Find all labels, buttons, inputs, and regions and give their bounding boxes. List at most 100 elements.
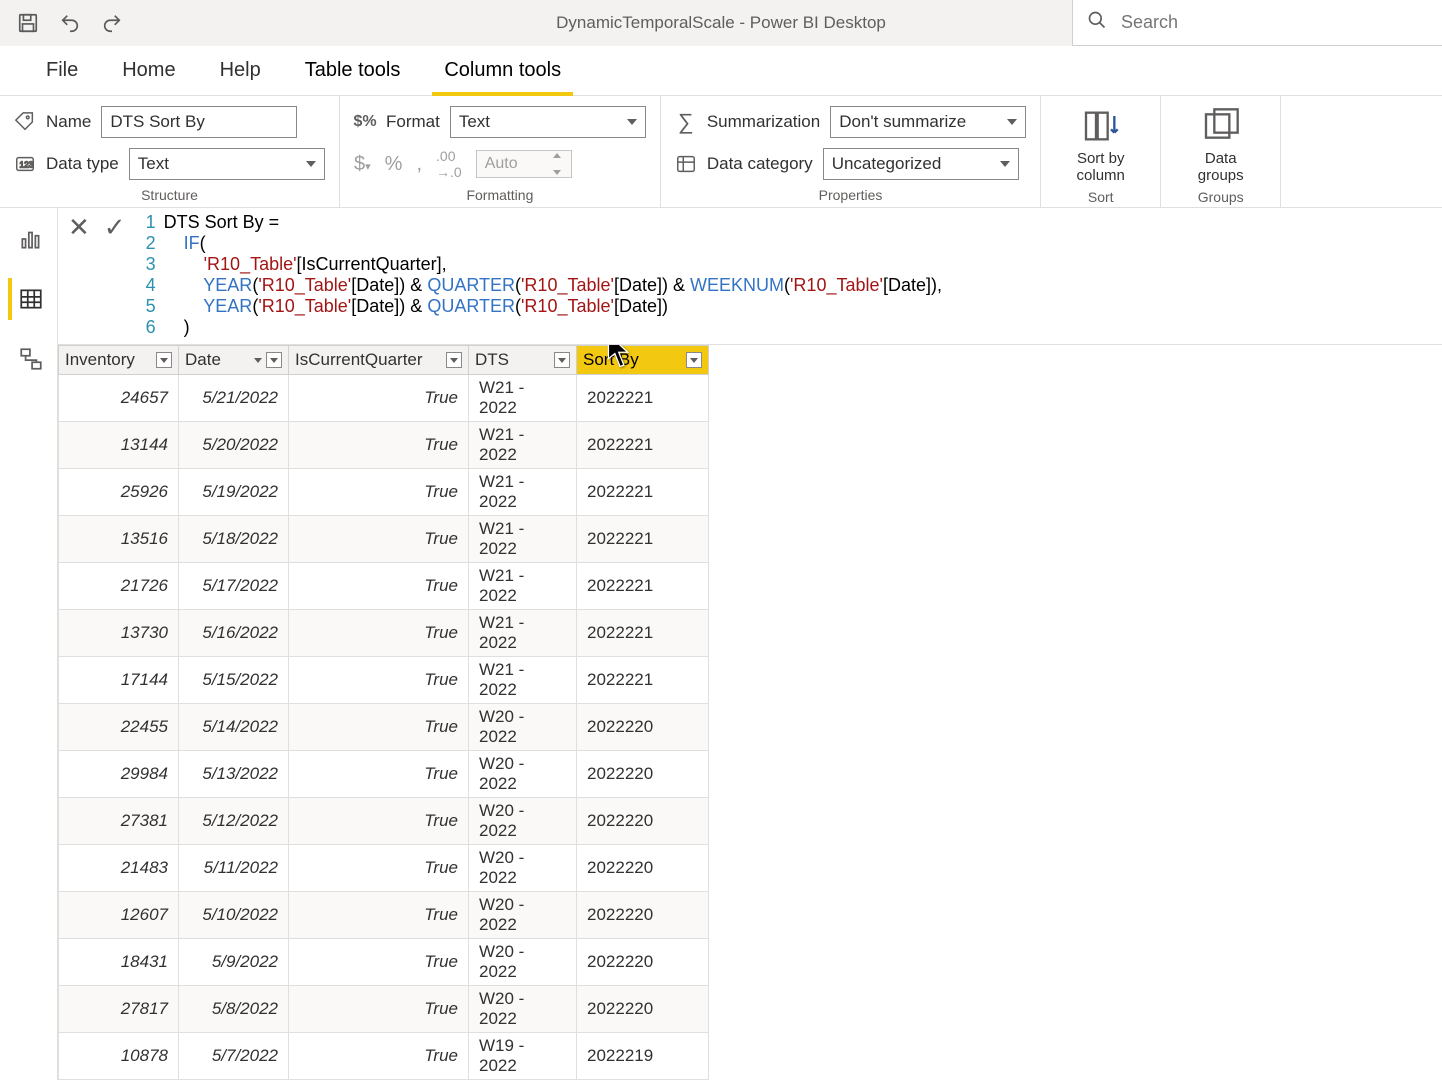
cell[interactable]: 2022221 xyxy=(577,422,709,469)
cell[interactable]: 5/13/2022 xyxy=(179,751,289,798)
tab-table-tools[interactable]: Table tools xyxy=(283,46,423,95)
column-header-dts[interactable]: DTS xyxy=(469,346,577,375)
column-filter-dropdown[interactable] xyxy=(554,352,570,368)
cell[interactable]: 24657 xyxy=(59,375,179,422)
cell[interactable]: 2022220 xyxy=(577,751,709,798)
cell[interactable]: 5/20/2022 xyxy=(179,422,289,469)
formula-bar[interactable]: ✕ ✓ 1DTS Sort By =2 IF(3 'R10_Table'[IsC… xyxy=(58,208,1442,345)
cell[interactable]: W20 - 2022 xyxy=(469,939,577,986)
cell[interactable]: 21726 xyxy=(59,563,179,610)
tab-file[interactable]: File xyxy=(24,46,100,95)
cell[interactable]: 2022221 xyxy=(577,657,709,704)
cell[interactable]: 27817 xyxy=(59,986,179,1033)
cell[interactable]: True xyxy=(289,704,469,751)
sort-by-column-button[interactable]: Sort by column xyxy=(1055,106,1146,185)
cell[interactable]: True xyxy=(289,469,469,516)
cell[interactable]: 2022220 xyxy=(577,798,709,845)
data-view-icon[interactable] xyxy=(8,278,50,320)
cell[interactable]: W19 - 2022 xyxy=(469,1033,577,1080)
formula-cancel-icon[interactable]: ✕ xyxy=(68,214,90,240)
cell[interactable]: 2022220 xyxy=(577,704,709,751)
cell[interactable]: 18431 xyxy=(59,939,179,986)
cell[interactable]: W20 - 2022 xyxy=(469,798,577,845)
column-header-inventory[interactable]: Inventory xyxy=(59,346,179,375)
cell[interactable]: 5/17/2022 xyxy=(179,563,289,610)
cell[interactable]: True xyxy=(289,610,469,657)
tab-column-tools[interactable]: Column tools xyxy=(422,46,583,95)
cell[interactable]: 25926 xyxy=(59,469,179,516)
cell[interactable]: 17144 xyxy=(59,657,179,704)
cell[interactable]: 5/9/2022 xyxy=(179,939,289,986)
cell[interactable]: 5/11/2022 xyxy=(179,845,289,892)
column-filter-dropdown[interactable] xyxy=(446,352,462,368)
table-row[interactable]: 137305/16/2022TrueW21 - 20222022221 xyxy=(59,610,709,657)
column-header-date[interactable]: Date xyxy=(179,346,289,375)
table-row[interactable]: 171445/15/2022TrueW21 - 20222022221 xyxy=(59,657,709,704)
table-row[interactable]: 126075/10/2022TrueW20 - 20222022220 xyxy=(59,892,709,939)
cell[interactable]: True xyxy=(289,939,469,986)
column-filter-dropdown[interactable] xyxy=(156,352,172,368)
cell[interactable]: True xyxy=(289,375,469,422)
cell[interactable]: 5/19/2022 xyxy=(179,469,289,516)
cell[interactable]: 22455 xyxy=(59,704,179,751)
cell[interactable]: 5/7/2022 xyxy=(179,1033,289,1080)
cell[interactable]: 2022221 xyxy=(577,563,709,610)
table-row[interactable]: 131445/20/2022TrueW21 - 20222022221 xyxy=(59,422,709,469)
cell[interactable]: W21 - 2022 xyxy=(469,563,577,610)
cell[interactable]: 5/18/2022 xyxy=(179,516,289,563)
redo-icon[interactable] xyxy=(100,11,124,35)
cell[interactable]: True xyxy=(289,986,469,1033)
save-icon[interactable] xyxy=(16,11,40,35)
cell[interactable]: True xyxy=(289,563,469,610)
cell[interactable]: 2022220 xyxy=(577,986,709,1033)
cell[interactable]: 2022220 xyxy=(577,939,709,986)
cell[interactable]: 2022220 xyxy=(577,845,709,892)
tab-home[interactable]: Home xyxy=(100,46,197,95)
cell[interactable]: 2022221 xyxy=(577,469,709,516)
table-row[interactable]: 217265/17/2022TrueW21 - 20222022221 xyxy=(59,563,709,610)
model-view-icon[interactable] xyxy=(8,338,50,380)
cell[interactable]: W21 - 2022 xyxy=(469,516,577,563)
table-row[interactable]: 224555/14/2022TrueW20 - 20222022220 xyxy=(59,704,709,751)
column-header-sort-by[interactable]: Sort By xyxy=(577,346,709,375)
cell[interactable]: W20 - 2022 xyxy=(469,704,577,751)
search-input[interactable] xyxy=(1121,12,1428,33)
cell[interactable]: W20 - 2022 xyxy=(469,751,577,798)
cell[interactable]: 2022221 xyxy=(577,610,709,657)
cell[interactable]: 2022221 xyxy=(577,375,709,422)
cell[interactable]: 2022221 xyxy=(577,516,709,563)
column-header-iscurrentquarter[interactable]: IsCurrentQuarter xyxy=(289,346,469,375)
column-filter-dropdown[interactable] xyxy=(686,352,702,368)
cell[interactable]: 5/15/2022 xyxy=(179,657,289,704)
cell[interactable]: W21 - 2022 xyxy=(469,657,577,704)
cell[interactable]: 5/10/2022 xyxy=(179,892,289,939)
cell[interactable]: 21483 xyxy=(59,845,179,892)
formula-commit-icon[interactable]: ✓ xyxy=(104,214,126,240)
table-row[interactable]: 299845/13/2022TrueW20 - 20222022220 xyxy=(59,751,709,798)
column-filter-dropdown[interactable] xyxy=(266,352,282,368)
cell[interactable]: True xyxy=(289,1033,469,1080)
formula-editor[interactable]: 1DTS Sort By =2 IF(3 'R10_Table'[IsCurre… xyxy=(136,208,1442,344)
cell[interactable]: 12607 xyxy=(59,892,179,939)
table-row[interactable]: 135165/18/2022TrueW21 - 20222022221 xyxy=(59,516,709,563)
cell[interactable]: 2022220 xyxy=(577,892,709,939)
tab-help[interactable]: Help xyxy=(198,46,283,95)
cell[interactable]: True xyxy=(289,892,469,939)
search-box[interactable] xyxy=(1072,0,1442,46)
table-row[interactable]: 246575/21/2022TrueW21 - 20222022221 xyxy=(59,375,709,422)
table-row[interactable]: 273815/12/2022TrueW20 - 20222022220 xyxy=(59,798,709,845)
cell[interactable]: True xyxy=(289,516,469,563)
cell[interactable]: 5/8/2022 xyxy=(179,986,289,1033)
table-row[interactable]: 184315/9/2022TrueW20 - 20222022220 xyxy=(59,939,709,986)
cell[interactable]: W21 - 2022 xyxy=(469,422,577,469)
cell[interactable]: W20 - 2022 xyxy=(469,845,577,892)
report-view-icon[interactable] xyxy=(8,218,50,260)
cell[interactable]: W20 - 2022 xyxy=(469,892,577,939)
data-groups-button[interactable]: Data groups xyxy=(1175,106,1266,185)
cell[interactable]: W21 - 2022 xyxy=(469,610,577,657)
cell[interactable]: 13730 xyxy=(59,610,179,657)
table-row[interactable]: 108785/7/2022TrueW19 - 20222022219 xyxy=(59,1033,709,1080)
cell[interactable]: W21 - 2022 xyxy=(469,375,577,422)
summarization-select[interactable]: Don't summarize xyxy=(830,106,1026,138)
table-row[interactable]: 214835/11/2022TrueW20 - 20222022220 xyxy=(59,845,709,892)
